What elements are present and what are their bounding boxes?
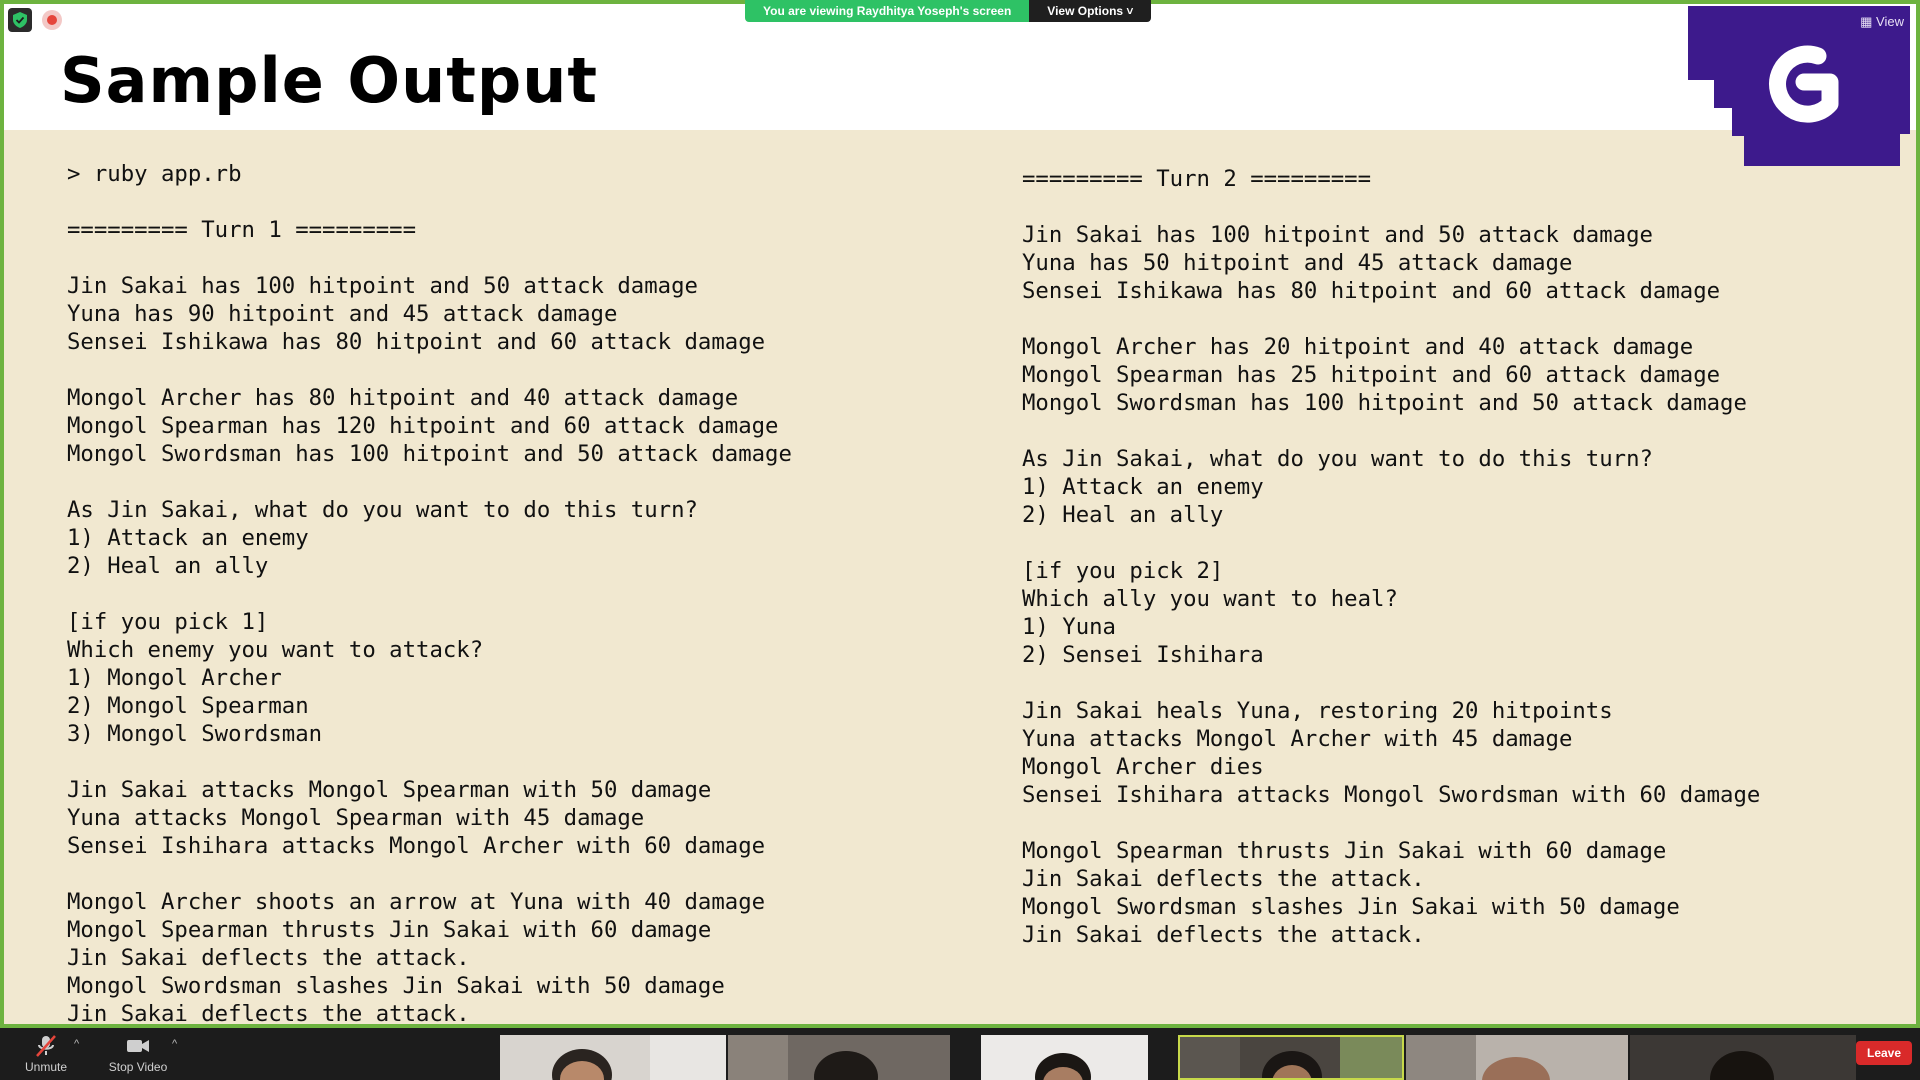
code-line: 2) Heal an ally (67, 553, 269, 579)
code-line: 2) Heal an ally (1022, 502, 1224, 528)
code-line: Mongol Spearman thrusts Jin Sakai with 6… (1022, 838, 1667, 864)
code-line: Mongol Swordsman has 100 hitpoint and 50… (1022, 390, 1747, 416)
code-line: 2) Mongol Spearman (67, 693, 309, 719)
unmute-label: Unmute (24, 1060, 68, 1074)
code-line: Yuna has 50 hitpoint and 45 attack damag… (1022, 250, 1573, 276)
code-line: Mongol Archer shoots an arrow at Yuna wi… (67, 889, 766, 915)
code-line: Yuna attacks Mongol Archer with 45 damag… (1022, 726, 1573, 752)
participant-video[interactable] (1406, 1035, 1628, 1080)
slide-title: Sample Output (60, 44, 599, 117)
code-line: As Jin Sakai, what do you want to do thi… (67, 497, 698, 523)
code-line: Yuna has 90 hitpoint and 45 attack damag… (67, 301, 618, 327)
chevron-down-icon: ˅ (1126, 4, 1134, 18)
code-line: > ruby app.rb (67, 161, 242, 187)
code-line: As Jin Sakai, what do you want to do thi… (1022, 446, 1653, 472)
code-line: Jin Sakai deflects the attack. (1022, 922, 1425, 948)
code-line: 2) Sensei Ishihara (1022, 642, 1264, 668)
code-line: Mongol Swordsman slashes Jin Sakai with … (1022, 894, 1680, 920)
viewing-screen-badge: You are viewing Raydhitya Yoseph's scree… (745, 0, 1030, 22)
view-label: View (1876, 14, 1904, 29)
code-line: Mongol Archer has 80 hitpoint and 40 att… (67, 385, 739, 411)
code-line: 1) Attack an enemy (67, 525, 309, 551)
view-layout-button[interactable]: ▦ View (1860, 14, 1904, 30)
participant-video[interactable] (500, 1035, 726, 1080)
view-options-button[interactable]: View Options ˅ (1029, 0, 1152, 22)
code-line: Jin Sakai deflects the attack. (67, 1001, 470, 1027)
code-line: Jin Sakai deflects the attack. (1022, 866, 1425, 892)
code-line: [if you pick 1] (67, 609, 269, 635)
code-line: Mongol Archer dies (1022, 754, 1264, 780)
microphone-muted-icon (36, 1035, 56, 1057)
code-line: Mongol Swordsman slashes Jin Sakai with … (67, 973, 725, 999)
code-line: 1) Mongol Archer (67, 665, 282, 691)
code-line: Sensei Ishihara attacks Mongol Archer wi… (67, 833, 766, 859)
code-line: Mongol Spearman has 25 hitpoint and 60 a… (1022, 362, 1721, 388)
stop-video-button[interactable]: Stop Video (98, 1032, 178, 1076)
code-line: ========= Turn 1 ========= (67, 217, 417, 243)
chevron-up-icon[interactable]: ^ (74, 1038, 79, 1050)
code-line: Jin Sakai attacks Mongol Spearman with 5… (67, 777, 712, 803)
code-line: [if you pick 2] (1022, 558, 1224, 584)
slide-header: Sample Output (4, 4, 1916, 130)
code-line: 1) Yuna (1022, 614, 1116, 640)
chevron-up-icon[interactable]: ^ (172, 1038, 177, 1050)
code-line: Mongol Spearman thrusts Jin Sakai with 6… (67, 917, 712, 943)
code-line: Which enemy you want to attack? (67, 637, 484, 663)
code-output-turn-1: > ruby app.rb ========= Turn 1 ========= J… (67, 160, 792, 1027)
code-line: 1) Attack an enemy (1022, 474, 1264, 500)
grid-view-icon: ▦ (1860, 14, 1873, 29)
record-icon (42, 10, 62, 30)
code-line: Sensei Ishikawa has 80 hitpoint and 60 a… (67, 329, 766, 355)
brand-logo (1688, 6, 1910, 166)
code-line: Which ally you want to heal? (1022, 586, 1398, 612)
code-line: Mongol Archer has 20 hitpoint and 40 att… (1022, 334, 1694, 360)
code-line: Jin Sakai has 100 hitpoint and 50 attack… (67, 273, 698, 299)
code-line: Jin Sakai deflects the attack. (67, 945, 470, 971)
code-line: Sensei Ishihara attacks Mongol Swordsman… (1022, 782, 1761, 808)
view-options-label: View Options (1047, 4, 1124, 18)
code-line: ========= Turn 2 ========= (1022, 166, 1372, 192)
code-line: Yuna attacks Mongol Spearman with 45 dam… (67, 805, 645, 831)
participant-video[interactable] (981, 1035, 1148, 1080)
code-line: Mongol Swordsman has 100 hitpoint and 50… (67, 441, 792, 467)
shield-icon[interactable] (8, 8, 32, 32)
stop-video-label: Stop Video (108, 1060, 168, 1074)
participant-video-active-speaker[interactable] (1178, 1035, 1404, 1080)
code-output-turn-2: ========= Turn 2 ========= Jin Sakai has … (1022, 165, 1760, 949)
participant-video[interactable] (1630, 1035, 1856, 1080)
code-line: 3) Mongol Swordsman (67, 721, 323, 747)
video-camera-icon (127, 1040, 149, 1052)
participant-video[interactable] (728, 1035, 950, 1080)
leave-button[interactable]: Leave (1856, 1041, 1912, 1065)
code-line: Jin Sakai has 100 hitpoint and 50 attack… (1022, 222, 1653, 248)
code-line: Mongol Spearman has 120 hitpoint and 60 … (67, 413, 779, 439)
shared-screen: Sample Output ▦ View > ruby app.rb ======… (0, 0, 1920, 1028)
screen-share-banner: You are viewing Raydhitya Yoseph's scree… (745, 0, 1152, 22)
code-line: Sensei Ishikawa has 80 hitpoint and 60 a… (1022, 278, 1721, 304)
code-line: Jin Sakai heals Yuna, restoring 20 hitpo… (1022, 698, 1613, 724)
